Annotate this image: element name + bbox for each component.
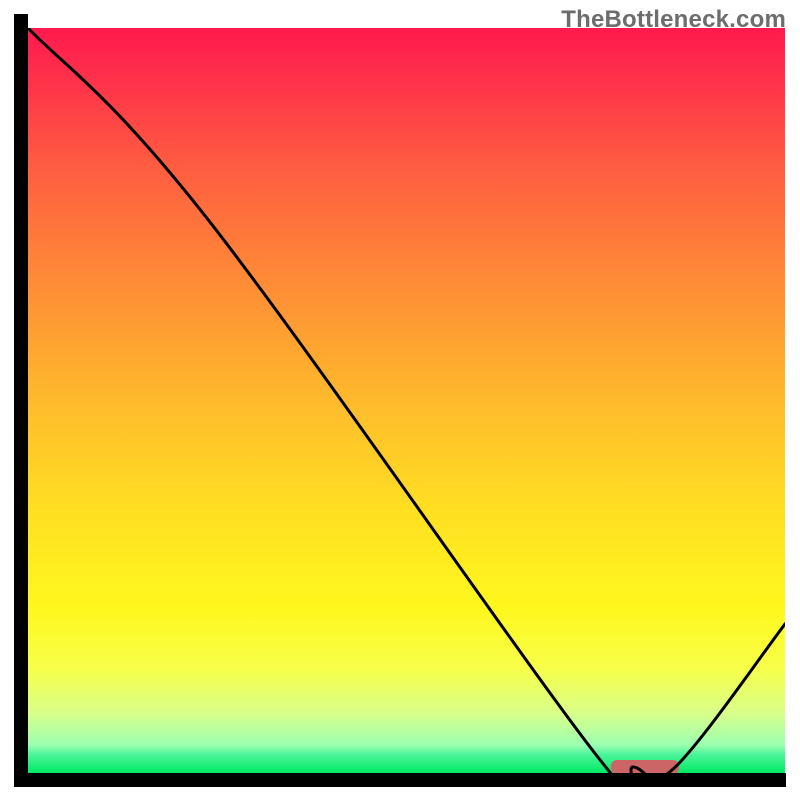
watermark-text: TheBottleneck.com: [561, 6, 786, 34]
chart-container: TheBottleneck.com: [0, 0, 800, 800]
bottleneck-chart: [0, 0, 800, 800]
